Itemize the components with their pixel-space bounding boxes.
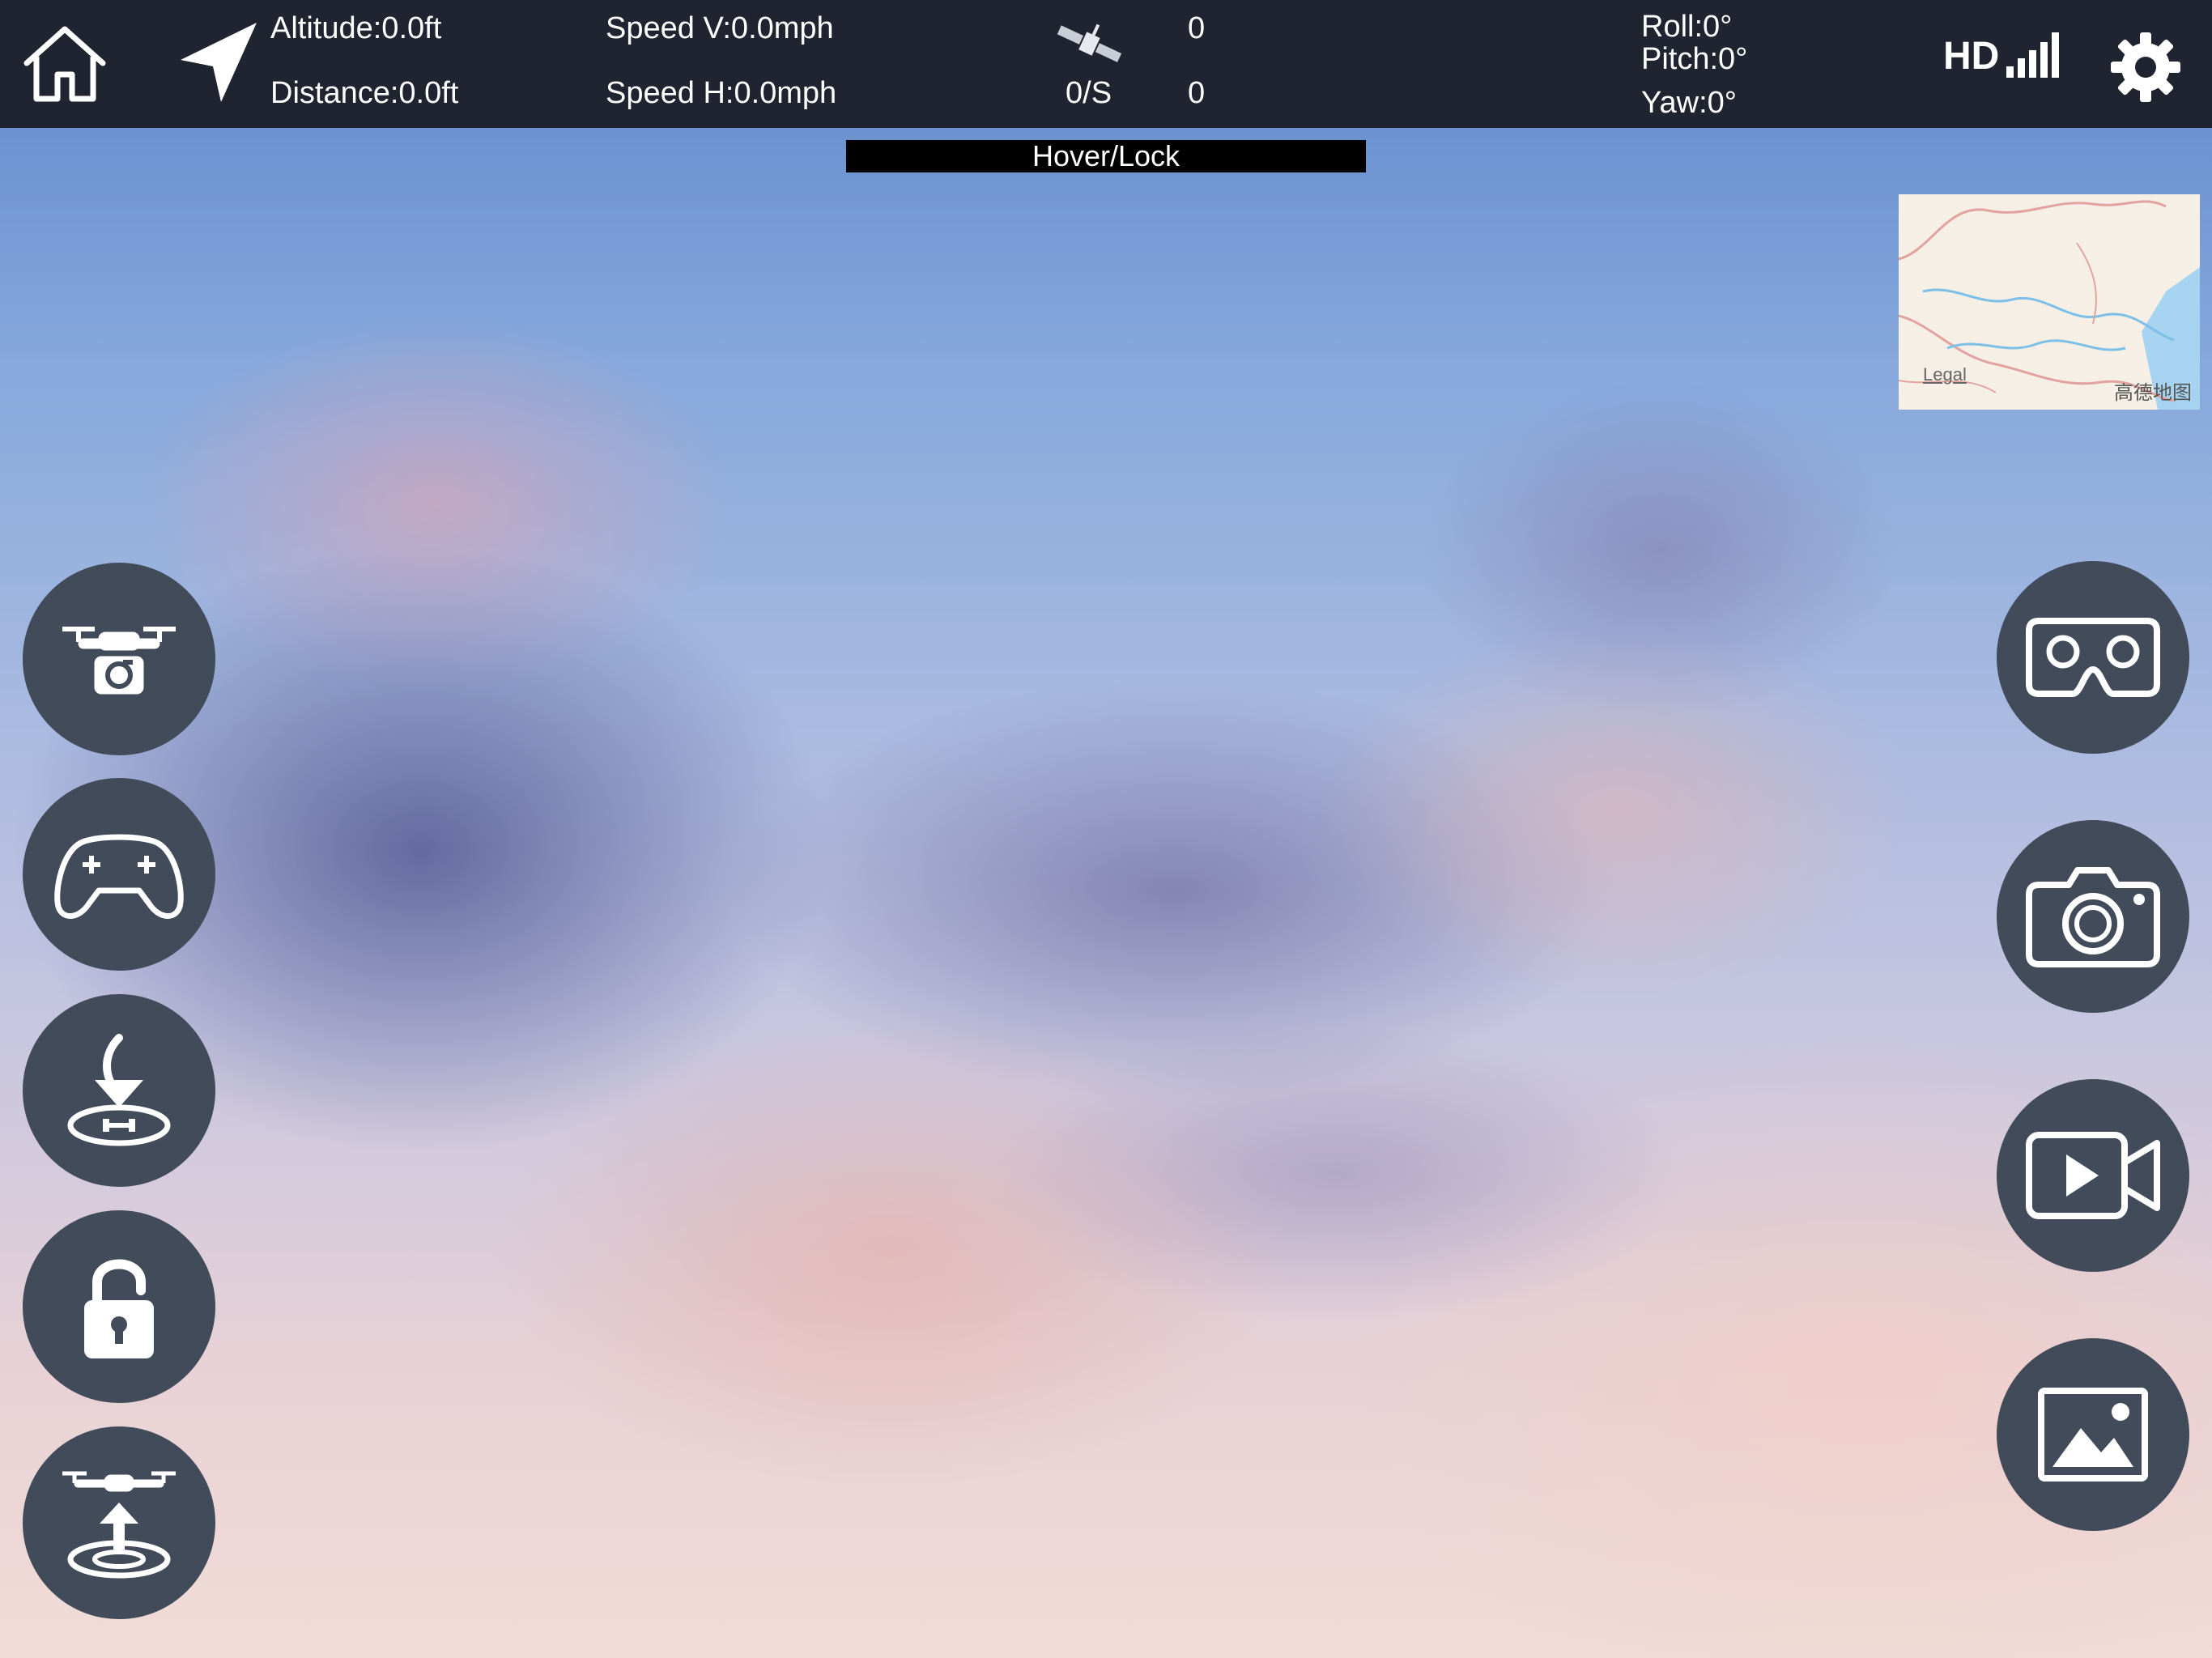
satellite-count: 0 [1188,11,1206,45]
rate-readout: 0/S [1066,76,1112,110]
signal-strength-icon: HD [1943,31,2065,83]
drone-camera-icon [62,627,176,695]
drone-camera-button[interactable] [23,563,215,755]
vr-button[interactable] [1997,561,2189,754]
yaw-readout: Yaw:0° [1641,86,1737,120]
home-icon[interactable] [20,23,109,104]
roll-readout: Roll:0° [1641,10,1733,44]
camera-icon [2026,867,2160,967]
land-button[interactable] [23,994,215,1187]
flight-mode-indicator: Hover/Lock [846,140,1366,172]
distance-readout: Distance:0.0ft [270,76,459,110]
map-legal-link[interactable]: Legal [1923,364,1967,385]
takeoff-icon [62,1471,176,1579]
altitude-readout: Altitude:0.0ft [270,11,442,45]
unlock-icon [84,1259,154,1358]
navigation-arrow-icon [181,23,257,102]
takeoff-button[interactable] [23,1426,215,1619]
pitch-readout: Pitch:0° [1641,42,1748,76]
horizontal-speed-readout: Speed H:0.0mph [606,76,837,110]
gallery-button[interactable] [1997,1338,2189,1531]
video-record-button[interactable] [1997,1079,2189,1272]
video-icon [2026,1132,2160,1219]
hd-label: HD [1943,35,2000,78]
map-provider-label: 高德地图 [2114,382,2192,404]
gamepad-icon [54,834,184,919]
camera-feed-background [0,0,2212,1658]
vertical-speed-readout: Speed V:0.0mph [606,11,834,45]
unlock-button[interactable] [23,1210,215,1403]
gear-icon[interactable] [2109,31,2182,104]
landing-icon [67,1034,171,1146]
gallery-icon [2038,1388,2148,1482]
satellite-icon [1057,23,1122,62]
rate-value: 0 [1188,76,1206,110]
mini-map[interactable]: Legal 高德地图 [1899,194,2200,410]
vr-goggles-icon [2026,618,2160,697]
gamepad-button[interactable] [23,778,215,971]
telemetry-bar: Altitude:0.0ft Distance:0.0ft Speed V:0.… [0,0,2212,128]
camera-button[interactable] [1997,820,2189,1013]
